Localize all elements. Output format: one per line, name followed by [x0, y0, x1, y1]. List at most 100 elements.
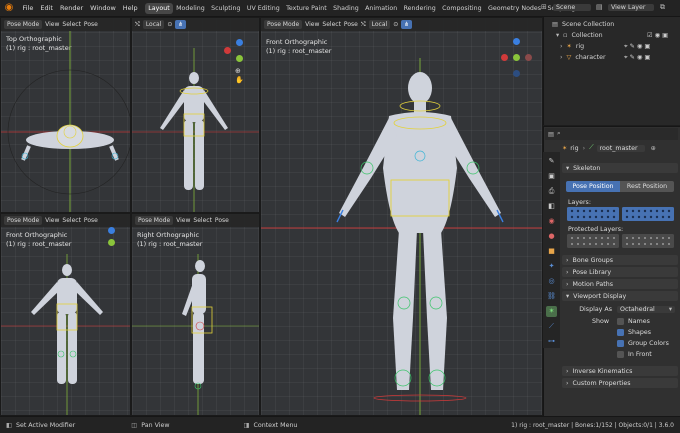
- scene-icon[interactable]: ⊞: [541, 3, 547, 11]
- modifier-tab-icon[interactable]: ✦: [546, 261, 557, 272]
- pose-position-button[interactable]: Pose Position: [566, 181, 620, 192]
- armature-data-tab-icon[interactable]: ✶: [546, 306, 557, 317]
- output-tab-icon[interactable]: ⎙: [546, 186, 557, 197]
- skeleton-section-header[interactable]: ▾ Skeleton: [562, 163, 678, 173]
- search-icon[interactable]: ⌕: [557, 130, 561, 138]
- bone-layers-matrix: [567, 207, 674, 221]
- bone-constraints-tab-icon[interactable]: ⊶: [546, 336, 557, 347]
- visibility-toggles-icon[interactable]: ⌖✎◉▣: [624, 43, 652, 51]
- menu-help[interactable]: Help: [119, 4, 141, 12]
- blender-logo-icon[interactable]: ◉: [2, 1, 16, 15]
- bone-name-field[interactable]: root_master: [596, 144, 645, 152]
- bone-groups-label: Bone Groups: [572, 256, 614, 264]
- expand-arrow-icon: ▾: [566, 164, 570, 172]
- workspace-tab-layout[interactable]: Layout: [145, 2, 173, 14]
- editor-type-icon[interactable]: ▤: [548, 131, 554, 138]
- object-tab-icon[interactable]: ■: [546, 246, 557, 257]
- menu-file[interactable]: File: [19, 4, 37, 12]
- in-front-label: In Front: [628, 350, 652, 358]
- inverse-kinematics-section[interactable]: › Inverse Kinematics: [562, 366, 678, 376]
- chevron-down-icon: ▾: [668, 305, 672, 313]
- group-colors-checkbox[interactable]: [617, 339, 624, 347]
- show-in-front-row: In Front: [562, 349, 678, 359]
- expand-arrow-icon[interactable]: ›: [560, 54, 563, 61]
- custom-properties-section[interactable]: › Custom Properties: [562, 378, 678, 388]
- expand-arrow-icon: ›: [566, 268, 569, 276]
- outliner-row-rig[interactable]: › ✶ rig ⌖✎◉▣: [544, 41, 680, 52]
- constraints-tab-icon[interactable]: ⛓: [546, 291, 557, 302]
- workspace-tab-animation[interactable]: Animation: [362, 3, 400, 14]
- motion-paths-section[interactable]: › Motion Paths: [562, 279, 678, 289]
- scene-collection-label: Scene Collection: [561, 21, 615, 28]
- collection-icon: ▫: [563, 32, 568, 39]
- workspace-tab-sculpting[interactable]: Sculpting: [208, 3, 244, 14]
- outliner-row-scene-collection[interactable]: ▤ Scene Collection: [544, 19, 680, 30]
- physics-tab-icon[interactable]: ◎: [546, 276, 557, 287]
- top-bar: ◉ File Edit Render Window Help Layout Mo…: [0, 0, 680, 17]
- scene-selector[interactable]: Scene: [553, 4, 591, 11]
- viewport-main[interactable]: Pose Mode View Select Pose ⤭ Local ⊙ ⋔ F…: [260, 17, 543, 416]
- rest-position-button[interactable]: Rest Position: [620, 181, 674, 192]
- outliner-row-collection[interactable]: ▾ ▫ Collection ☑◉▣: [544, 30, 680, 41]
- expand-arrow-icon: ›: [566, 280, 569, 288]
- viewport-top-left[interactable]: Pose Mode View Select Pose Top Orthograp…: [0, 17, 131, 213]
- status-bar: ◧ Set Active Modifier ◫ Pan View ◨ Conte…: [0, 416, 680, 433]
- display-as-dropdown[interactable]: Octahedral ▾: [617, 305, 675, 313]
- workspace-tab-shading[interactable]: Shading: [330, 3, 362, 14]
- collection-label: Collection: [571, 32, 603, 39]
- status-info: 1) rig : root_master | Bones:1/152 | Obj…: [511, 421, 674, 429]
- in-front-checkbox[interactable]: [617, 350, 624, 358]
- status-right-hint: Context Menu: [253, 421, 298, 429]
- bone-layers-grid[interactable]: [567, 207, 675, 221]
- names-checkbox[interactable]: [617, 317, 624, 325]
- breadcrumb-object: rig: [570, 144, 579, 152]
- workspace-tab-geometry-nodes[interactable]: Geometry Nodes: [485, 3, 545, 14]
- protected-layers-grid[interactable]: [567, 234, 675, 248]
- viewport-bottom-right[interactable]: Pose Mode View Select Pose Right Orthogr…: [131, 213, 260, 416]
- bone-tab-icon[interactable]: ⟋: [546, 321, 557, 332]
- workspace-tab-uv-editing[interactable]: UV Editing: [244, 3, 283, 14]
- viewport-display-section[interactable]: ▾ Viewport Display: [562, 291, 678, 301]
- pose-library-section[interactable]: › Pose Library: [562, 267, 678, 277]
- workspace-tab-modeling[interactable]: Modeling: [173, 3, 208, 14]
- collection-icon: ▤: [552, 21, 558, 28]
- mesh-icon: ▽: [566, 54, 572, 61]
- render-tab-icon[interactable]: ▣: [546, 171, 557, 182]
- rig-label: rig: [575, 43, 585, 50]
- view-layer-tab-icon[interactable]: ◧: [546, 201, 557, 212]
- visibility-toggles-icon[interactable]: ⌖✎◉▣: [624, 54, 652, 62]
- mouse-middle-icon: ◫: [131, 421, 138, 429]
- outliner-panel: ▤ Scene Collection ▾ ▫ Collection ☑◉▣ › …: [543, 17, 680, 125]
- viewport-top-right[interactable]: ⤭ Local ⊙ ⋔ ⊕ ✋: [131, 17, 260, 213]
- armature-icon: ✶: [562, 144, 568, 152]
- view-layer-icon[interactable]: ▤: [596, 3, 603, 11]
- expand-arrow-icon[interactable]: ▾: [556, 32, 559, 39]
- outliner-row-character[interactable]: › ▽ character ⌖✎◉▣: [544, 52, 680, 63]
- scene-tab-icon[interactable]: ◉: [546, 216, 557, 227]
- bone-icon: ⟋: [589, 144, 594, 151]
- menu-window[interactable]: Window: [87, 4, 120, 12]
- front-figure-bottom: [1, 254, 130, 415]
- display-as-label: Display As: [579, 305, 612, 313]
- tool-tab-icon[interactable]: ✎: [546, 156, 557, 167]
- skeleton-label: Skeleton: [573, 164, 601, 172]
- visibility-toggles-icon[interactable]: ☑◉▣: [647, 32, 670, 39]
- world-tab-icon[interactable]: ●: [546, 231, 557, 242]
- display-as-value: Octahedral: [620, 305, 655, 313]
- workspace-tab-compositing[interactable]: Compositing: [439, 3, 485, 14]
- show-shapes-row: Shapes: [562, 327, 678, 337]
- names-label: Names: [628, 317, 650, 325]
- view-layer-selector[interactable]: View Layer: [608, 4, 654, 11]
- menu-render[interactable]: Render: [56, 4, 86, 12]
- menu-edit[interactable]: Edit: [37, 4, 57, 12]
- workspace-tab-rendering[interactable]: Rendering: [400, 3, 439, 14]
- pose-rest-toggle: Pose Position Rest Position: [566, 181, 674, 192]
- view-layer-options-icon[interactable]: ⧉: [660, 3, 665, 12]
- bone-groups-section[interactable]: › Bone Groups: [562, 255, 678, 265]
- viewport-bottom-left[interactable]: Pose Mode View Select Pose Front Orthogr…: [0, 213, 131, 416]
- expand-arrow-icon[interactable]: ›: [560, 43, 563, 50]
- pin-icon[interactable]: ⊕: [651, 145, 656, 152]
- workspace-tab-texture-paint[interactable]: Texture Paint: [283, 3, 330, 14]
- shapes-checkbox[interactable]: [617, 328, 624, 336]
- expand-arrow-icon: ›: [566, 256, 569, 264]
